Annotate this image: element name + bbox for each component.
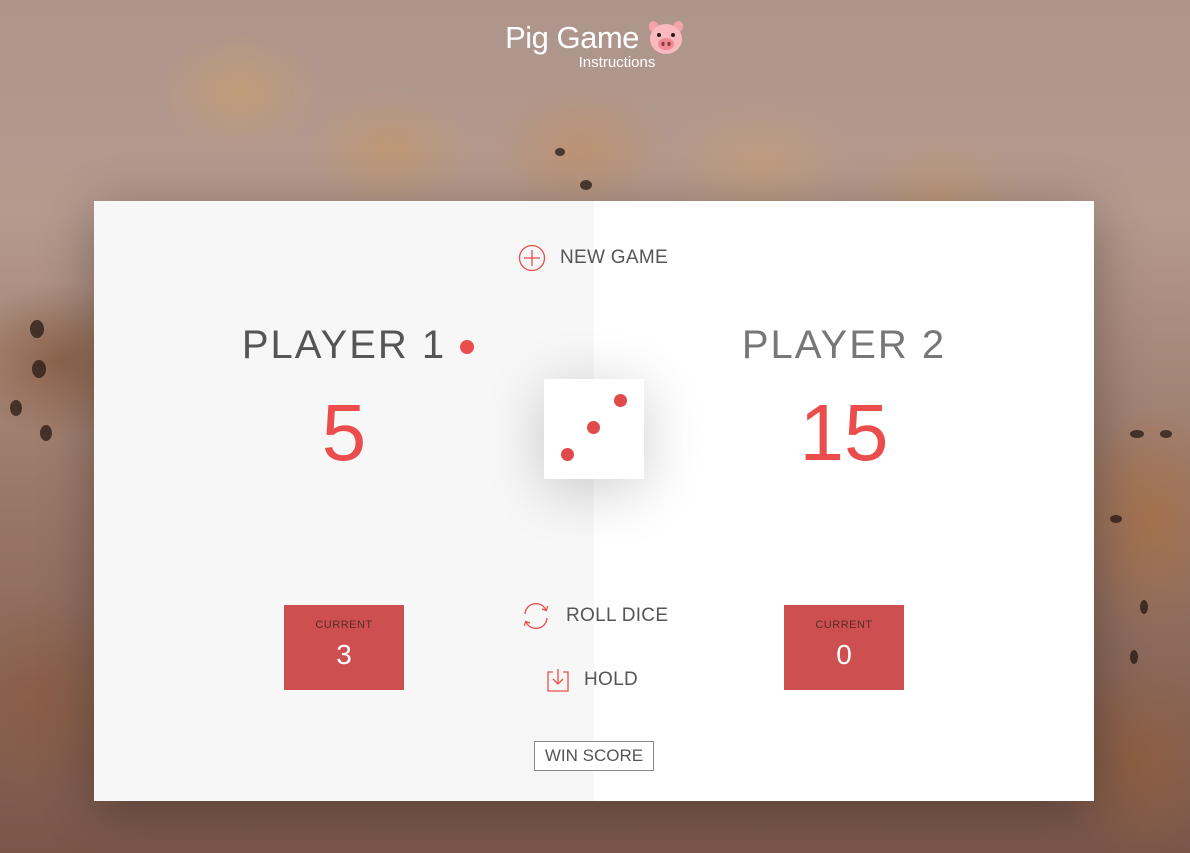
dice-pip bbox=[561, 448, 574, 461]
pig-face-icon bbox=[648, 21, 684, 54]
player-2-name: PLAYER 2 bbox=[741, 323, 947, 367]
page-title: Pig Game bbox=[505, 20, 685, 56]
refresh-icon bbox=[523, 602, 549, 630]
roll-dice-button[interactable]: ROLL DICE bbox=[520, 600, 668, 632]
player-2-score: 15 bbox=[799, 388, 889, 477]
player-2-current-score: 0 bbox=[836, 639, 852, 670]
hold-label: HOLD bbox=[584, 669, 638, 690]
current-label: CURRENT bbox=[315, 619, 373, 631]
player-2-panel: PLAYER 2 15 CURRENT 0 bbox=[594, 201, 1094, 801]
player-1-name: PLAYER 1 bbox=[241, 323, 447, 367]
dice-pip bbox=[587, 421, 600, 434]
dice bbox=[544, 379, 644, 479]
player-2-current-box: CURRENT 0 bbox=[784, 605, 904, 690]
player-1-current-score: 3 bbox=[336, 639, 352, 670]
current-label: CURRENT bbox=[815, 619, 873, 631]
player-1-score: 5 bbox=[321, 388, 367, 477]
plus-circle-icon bbox=[518, 244, 546, 272]
header: Pig Game Instructions bbox=[0, 20, 1190, 71]
game-board: PLAYER 1 5 CURRENT 3 PLAYER 2 15 CURRENT… bbox=[94, 201, 1094, 801]
hold-button[interactable]: HOLD bbox=[546, 667, 638, 693]
new-game-button[interactable]: NEW GAME bbox=[518, 244, 668, 272]
active-player-indicator bbox=[460, 340, 474, 354]
dice-pip bbox=[614, 394, 627, 407]
roll-dice-label: ROLL DICE bbox=[566, 605, 669, 626]
player-1-current-box: CURRENT 3 bbox=[284, 605, 404, 690]
download-icon bbox=[547, 669, 569, 692]
new-game-label: NEW GAME bbox=[560, 247, 668, 268]
player-1-panel: PLAYER 1 5 CURRENT 3 bbox=[94, 201, 594, 801]
instructions-link[interactable]: Instructions bbox=[44, 54, 1190, 71]
win-score-button[interactable]: WIN SCORE bbox=[534, 741, 654, 771]
